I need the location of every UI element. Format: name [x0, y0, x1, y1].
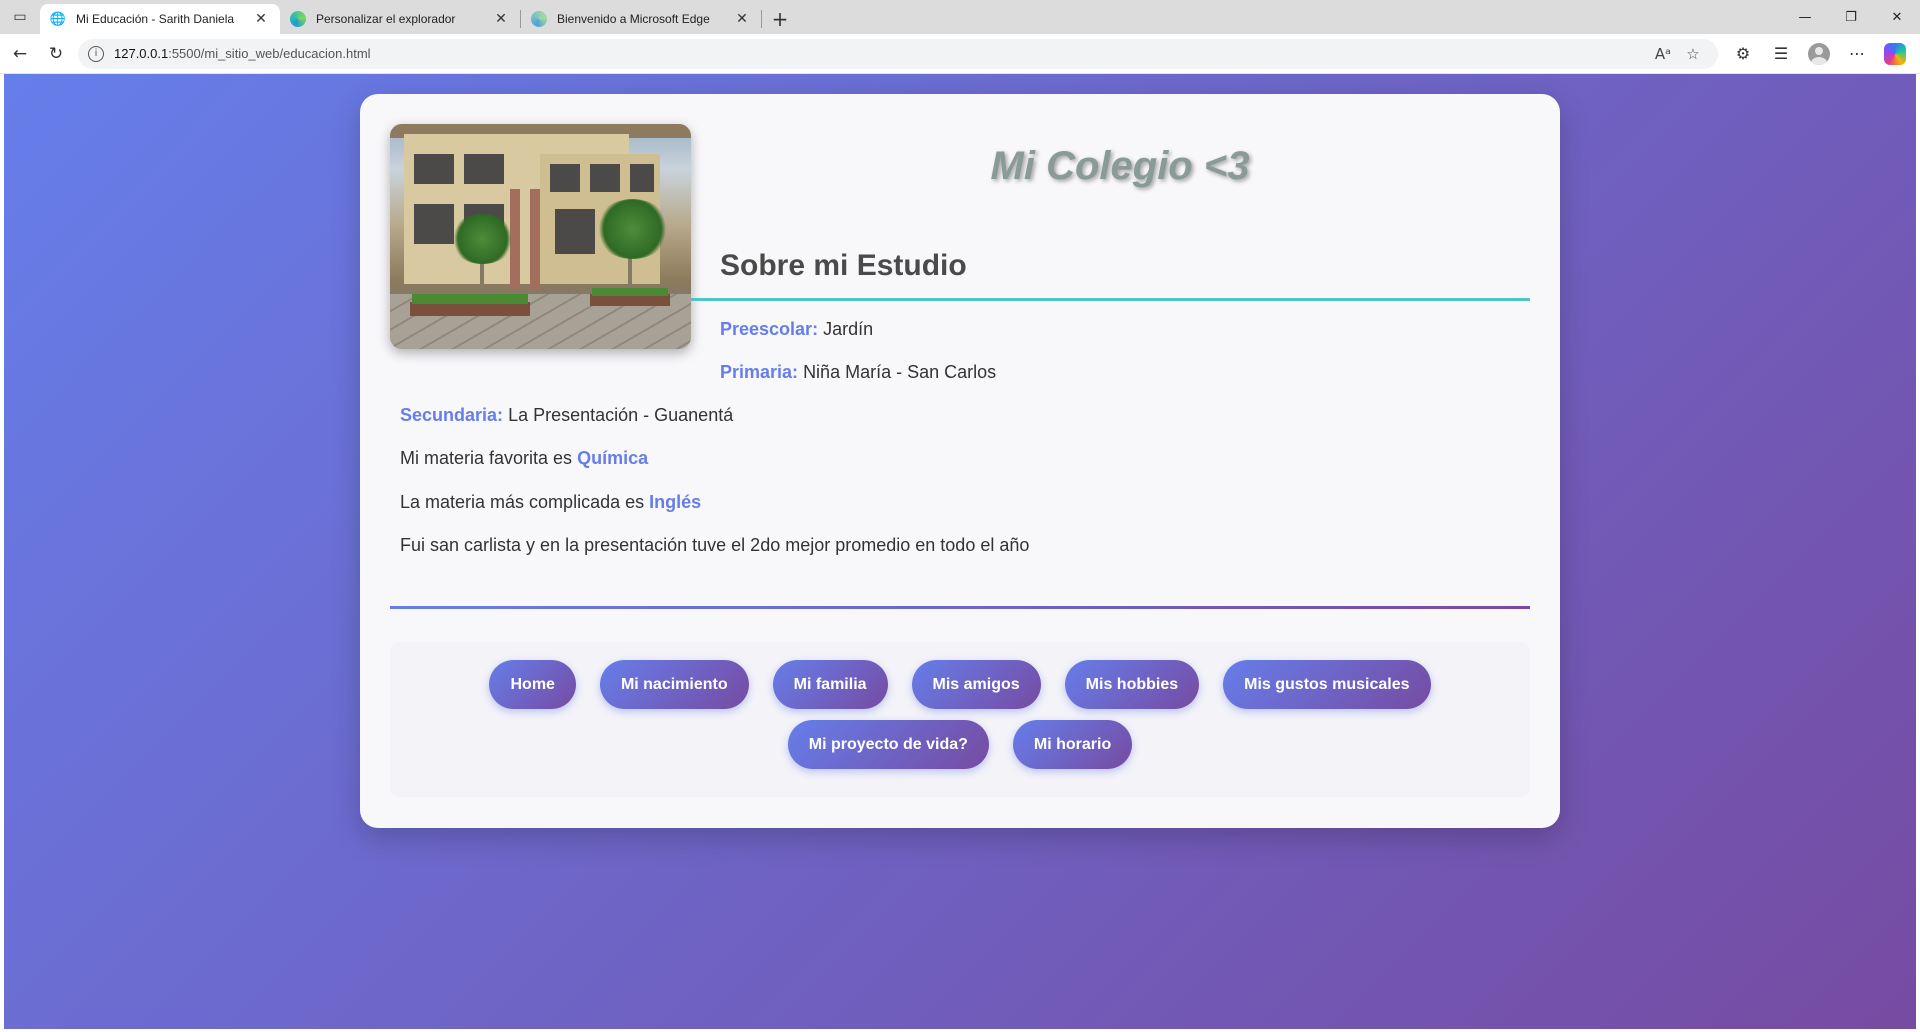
info-icon[interactable]: i: [88, 45, 104, 62]
tab-title: Bienvenido a Microsoft Edge: [557, 12, 710, 26]
content-card: Mi Colegio <3 Sobre mi Estudio Preescola…: [360, 94, 1560, 828]
complicada-line: La materia más complicada es Inglés: [400, 492, 701, 513]
section-title: Sobre mi Estudio: [720, 249, 967, 282]
secundaria-value: La Presentación - Guanentá: [508, 405, 734, 425]
address-bar[interactable]: i 127.0.0.1 :5500/mi_sitio_web/educacion…: [78, 38, 1718, 69]
tab-title: Mi Educación - Sarith Daniela: [76, 12, 235, 26]
nav-mis-hobbies-button[interactable]: Mis hobbies: [1064, 660, 1200, 709]
window-controls: — ❐ ✕: [1782, 0, 1920, 34]
tab-bar: ▭ 🌐 Mi Educación - Sarith Daniela ✕ Pers…: [0, 0, 1920, 34]
url-host: 127.0.0.1: [114, 46, 169, 61]
back-icon[interactable]: ←: [2, 38, 38, 70]
complicada-value: Inglés: [649, 492, 702, 512]
more-icon[interactable]: ⋯: [1838, 38, 1876, 70]
page-title: Mi Colegio <3: [990, 144, 1250, 188]
tab-actions-icon[interactable]: ▭: [0, 0, 40, 34]
close-tab-icon[interactable]: ✕: [733, 11, 751, 27]
tab-bienvenido[interactable]: Bienvenido a Microsoft Edge ✕: [521, 4, 761, 34]
nav-mis-amigos-button[interactable]: Mis amigos: [911, 660, 1041, 709]
close-tab-icon[interactable]: ✕: [492, 11, 510, 27]
read-aloud-icon[interactable]: Aᵃ: [1648, 45, 1678, 63]
nav-mis-gustos-musicales-button[interactable]: Mis gustos musicales: [1223, 660, 1431, 709]
complicada-text: La materia más complicada es: [400, 492, 645, 512]
content-divider: [390, 606, 1530, 609]
preescolar-label: Preescolar:: [720, 319, 819, 339]
new-tab-button[interactable]: +: [762, 4, 798, 34]
page-viewport: Mi Colegio <3 Sobre mi Estudio Preescola…: [4, 74, 1916, 1029]
secundaria-label: Secundaria:: [400, 405, 504, 425]
minimize-icon[interactable]: —: [1782, 0, 1828, 34]
promedio-line: Fui san carlista y en la presentación tu…: [400, 535, 1030, 555]
tab-title: Personalizar el explorador: [316, 12, 456, 26]
nav-mi-nacimiento-button[interactable]: Mi nacimiento: [599, 660, 749, 709]
reload-icon[interactable]: ↻: [38, 38, 74, 70]
tab-personalizar[interactable]: Personalizar el explorador ✕: [280, 4, 520, 34]
nav-menu: Home Mi nacimiento Mi familia Mis amigos…: [390, 642, 1530, 797]
preescolar-value: Jardín: [823, 319, 874, 339]
nav-mi-horario-button[interactable]: Mi horario: [1012, 720, 1133, 769]
copilot-icon[interactable]: [1876, 38, 1914, 70]
url-path: :5500/mi_sitio_web/educacion.html: [168, 46, 371, 61]
primaria-label: Primaria:: [720, 362, 799, 382]
edge-icon: [531, 11, 547, 27]
preescolar-line: Preescolar: Jardín: [720, 319, 873, 340]
school-photo: [390, 124, 691, 349]
nav-mi-familia-button[interactable]: Mi familia: [772, 660, 888, 709]
favorita-line: Mi materia favorita es Química: [400, 448, 648, 469]
section-underline: [691, 298, 1530, 301]
nav-mi-proyecto-de-vida-button[interactable]: Mi proyecto de vida?: [787, 720, 989, 769]
secundaria-line: Secundaria: La Presentación - Guanentá: [400, 405, 733, 426]
edge-icon: [290, 11, 306, 27]
favorita-value: Química: [577, 448, 649, 468]
favorita-text: Mi materia favorita es: [400, 448, 573, 468]
star-icon[interactable]: ☆: [1678, 45, 1708, 63]
primaria-line: Primaria: Niña María - San Carlos: [720, 362, 996, 383]
extensions-icon[interactable]: ⚙: [1724, 38, 1762, 70]
restore-icon[interactable]: ❐: [1828, 0, 1874, 34]
profile-icon[interactable]: [1800, 38, 1838, 70]
favorites-icon[interactable]: ☰: [1762, 38, 1800, 70]
browser-toolbar: ← ↻ i 127.0.0.1 :5500/mi_sitio_web/educa…: [0, 34, 1920, 74]
close-window-icon[interactable]: ✕: [1874, 0, 1920, 34]
nav-home-button[interactable]: Home: [489, 660, 576, 709]
close-tab-icon[interactable]: ✕: [252, 11, 270, 27]
tab-mi-educacion[interactable]: 🌐 Mi Educación - Sarith Daniela ✕: [40, 4, 280, 34]
primaria-value: Niña María - San Carlos: [803, 362, 997, 382]
globe-icon: 🌐: [49, 11, 67, 27]
